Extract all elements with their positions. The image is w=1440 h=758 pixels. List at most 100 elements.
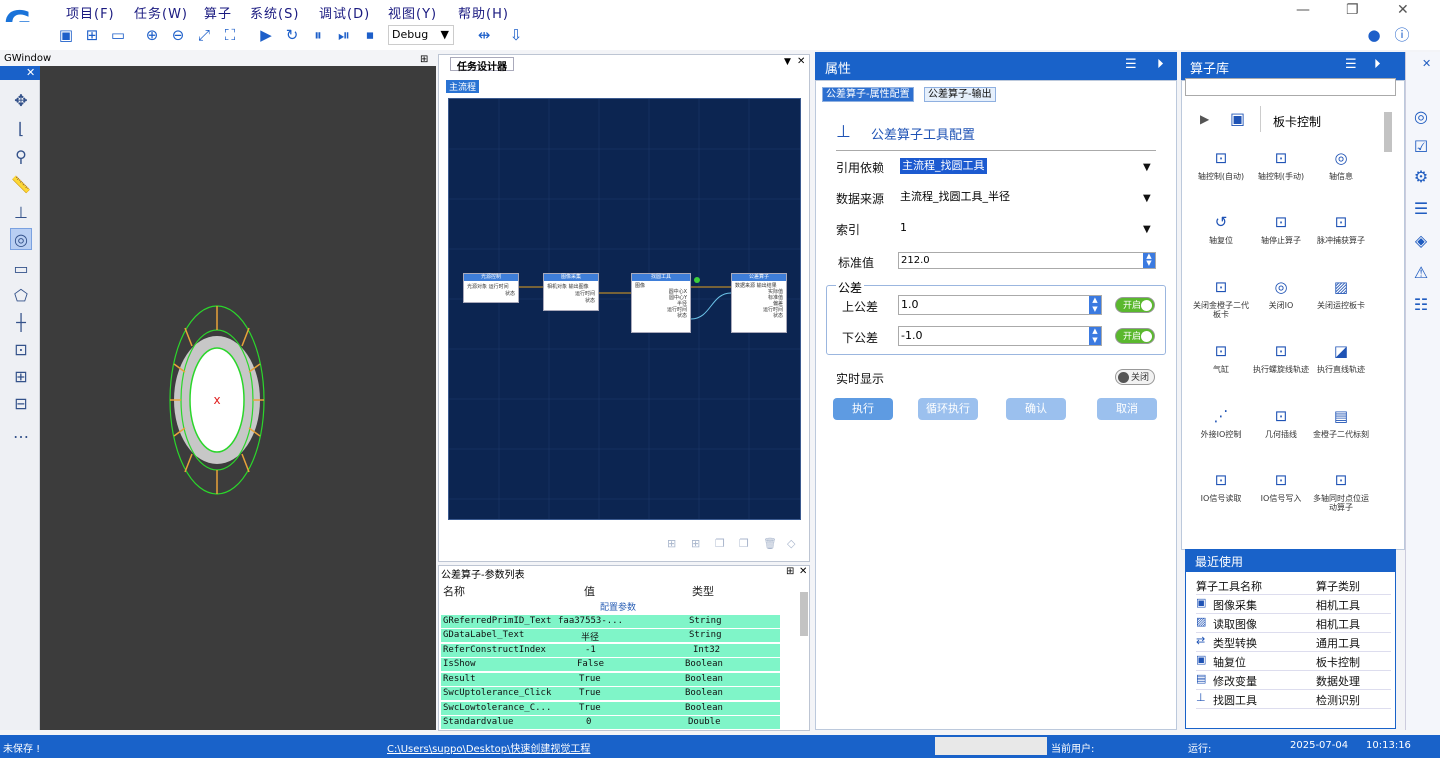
flow-node-tolerance[interactable]: 公差算子 数据来源 输出结果 实际值 标准值 偏差 运行时间 状态 <box>731 273 787 333</box>
op-axis-reset[interactable]: ↺ 轴复位 <box>1193 212 1249 245</box>
confirm-button[interactable]: 确认 <box>1006 398 1066 420</box>
rail-close-icon[interactable]: ✕ <box>1422 57 1431 70</box>
gwindow-close-icon[interactable]: ✕ <box>26 66 35 79</box>
fit-icon[interactable]: ⤢ <box>194 25 214 45</box>
table-row[interactable]: IsShow False Boolean <box>441 658 780 672</box>
spin-icon[interactable]: ▲ ▼ <box>1089 327 1101 345</box>
list-item[interactable]: ⊥ 找圆工具 检测识别 <box>1196 690 1391 709</box>
lower-tol-toggle[interactable]: 开启 <box>1115 328 1155 344</box>
op-spiral[interactable]: ⊡ 执行螺旋线轨迹 <box>1253 341 1309 374</box>
polygon-roi-icon[interactable]: ⬠ <box>10 285 32 307</box>
settings-doc-icon[interactable]: ⚙ <box>1409 165 1433 189</box>
copy-icon[interactable]: ❐ <box>715 537 725 550</box>
op-cylinder[interactable]: ⊡ 气缸 <box>1193 341 1249 374</box>
run-icon[interactable]: ▶ <box>256 25 276 45</box>
chevron-down-icon[interactable]: ▼ <box>1143 193 1151 204</box>
index-select-value[interactable]: 1 <box>900 220 907 236</box>
align-icon[interactable]: ⊞ <box>667 537 676 550</box>
user-icon[interactable]: ● <box>1364 25 1384 45</box>
caret-right-icon[interactable]: ▶ <box>1200 112 1209 126</box>
expand-icon[interactable]: ⏵ <box>1374 57 1381 72</box>
project-path-link[interactable]: C:\Users\suppo\Desktop\快速创建视觉工程 <box>387 740 590 755</box>
restore-icon[interactable]: ❐ <box>1346 2 1359 18</box>
list-icon[interactable]: ☰ <box>1409 197 1433 221</box>
menu-operator[interactable]: 算子 <box>204 3 232 22</box>
remove-roi-icon[interactable]: ⊟ <box>10 393 32 415</box>
cross-icon[interactable]: ┼ <box>10 312 32 334</box>
op-line[interactable]: ◪ 执行直线轨迹 <box>1313 341 1369 374</box>
close-icon[interactable]: ✕ <box>1397 2 1409 18</box>
op-io-read[interactable]: ⊡ IO信号读取 <box>1193 470 1249 503</box>
source-select-value[interactable]: 主流程_找圆工具_半径 <box>900 189 1010 205</box>
download-icon[interactable]: ⇩ <box>506 25 526 45</box>
menu-icon[interactable]: ☰ <box>1125 57 1137 72</box>
stop-icon[interactable]: ⏹ <box>360 25 380 45</box>
library-scrollbar[interactable] <box>1384 112 1392 152</box>
add-roi-icon[interactable]: ⊞ <box>10 366 32 388</box>
list-item[interactable]: ⇄ 类型转换 通用工具 <box>1196 633 1391 652</box>
new-icon[interactable]: ⊞ <box>82 25 102 45</box>
more-icon[interactable]: … <box>10 422 32 444</box>
cancel-button[interactable]: 取消 <box>1097 398 1157 420</box>
ruler-icon[interactable]: 📏 <box>10 174 32 196</box>
upper-tol-input[interactable]: 1.0 ▲ ▼ <box>898 295 1102 315</box>
category-label[interactable]: 板卡控制 <box>1273 113 1321 130</box>
op-close-motion[interactable]: ▨ 关闭运控板卡 <box>1313 277 1369 310</box>
tab-task-designer[interactable]: 任务设计器 <box>450 57 514 73</box>
op-external-io[interactable]: ⋰ 外接IO控制 <box>1193 406 1249 439</box>
list-item[interactable]: ▣ 轴复位 板卡控制 <box>1196 652 1391 671</box>
save-icon[interactable]: ▣ <box>56 25 76 45</box>
table-row[interactable]: Result True Boolean <box>441 673 780 687</box>
designer-close-icon[interactable]: ✕ <box>797 56 805 67</box>
menu-icon[interactable]: ☰ <box>1345 57 1357 72</box>
pause-icon[interactable]: ⏸ <box>308 25 328 45</box>
flow-canvas[interactable]: 光源控制 光源对象 运行时间 状态 图像采集 相机对象 输出图像 运行时间 状态 找圆… <box>448 98 801 520</box>
spin-icon[interactable]: ▲ ▼ <box>1089 296 1101 314</box>
op-multi-axis[interactable]: ⊡ 多轴同时点位运动算子 <box>1313 470 1369 512</box>
op-marking[interactable]: ▤ 金橙子二代标刻 <box>1313 406 1369 439</box>
step-icon[interactable]: ⏯ <box>334 25 354 45</box>
menu-view[interactable]: 视图(Y) <box>388 3 437 22</box>
op-pulse-capture[interactable]: ⊡ 脉冲捕获算子 <box>1313 212 1369 245</box>
split-icon[interactable]: ⇹ <box>474 25 494 45</box>
loop-run-button[interactable]: 循环执行 <box>918 398 978 420</box>
op-geometry[interactable]: ⊡ 几何插线 <box>1253 406 1309 439</box>
tab-main-flow[interactable]: 主流程 <box>446 80 480 93</box>
zoom-in-icon[interactable]: ⊕ <box>142 25 162 45</box>
menu-system[interactable]: 系统(S) <box>250 3 299 22</box>
paste-icon[interactable]: ❐ <box>739 537 749 550</box>
distribute-icon[interactable]: ⊞ <box>691 537 700 550</box>
param-close-icon[interactable]: ✕ <box>799 566 807 577</box>
clear-icon[interactable]: ◇ <box>787 537 795 550</box>
flow-node-light[interactable]: 光源控制 光源对象 运行时间 状态 <box>463 273 519 303</box>
move-icon[interactable]: ✥ <box>10 90 32 112</box>
menu-help[interactable]: 帮助(H) <box>458 3 509 22</box>
op-close-io[interactable]: ◎ 关闭IO <box>1253 277 1309 310</box>
chevron-down-icon[interactable]: ▼ <box>1143 162 1151 173</box>
op-axis-stop[interactable]: ⊡ 轴停止算子 <box>1253 212 1309 245</box>
image-canvas[interactable]: x <box>40 66 436 730</box>
table-row[interactable]: Standardvalue 0 Double <box>441 716 780 730</box>
flow-node-find-circle[interactable]: 找圆工具 图像 圆中心X 圆中心Y 半径 运行时间 状态 <box>631 273 691 333</box>
fullscreen-icon[interactable]: ⛶ <box>220 25 240 45</box>
lower-tol-input[interactable]: -1.0 ▲ ▼ <box>898 326 1102 346</box>
upper-tol-toggle[interactable]: 开启 <box>1115 297 1155 313</box>
op-io-write[interactable]: ⊡ IO信号写入 <box>1253 470 1309 503</box>
tab-tolerance-config[interactable]: 公差算子-属性配置 <box>822 87 914 102</box>
list-item[interactable]: ▨ 读取图像 相机工具 <box>1196 614 1391 633</box>
checklist-icon[interactable]: ☑ <box>1409 135 1433 159</box>
delete-icon[interactable]: 🗑 <box>763 537 777 550</box>
target-icon[interactable]: ◎ <box>1409 105 1433 129</box>
param-scrollbar[interactable] <box>800 592 808 636</box>
minimize-icon[interactable]: — <box>1296 2 1310 18</box>
measure-icon[interactable]: ⊥ <box>10 202 32 224</box>
run-button[interactable]: 执行 <box>833 398 893 420</box>
chevron-down-icon[interactable]: ▼ <box>1143 224 1151 235</box>
circle-find-icon[interactable]: ◎ <box>10 228 32 250</box>
warning-icon[interactable]: ⚠ <box>1409 261 1433 285</box>
table-row[interactable]: GDataLabel_Text 半径 String <box>441 629 780 643</box>
menu-task[interactable]: 任务(W) <box>134 3 188 22</box>
table-row[interactable]: SwcUptolerance_Click True Boolean <box>441 687 780 701</box>
loop-icon[interactable]: ↻ <box>282 25 302 45</box>
expand-icon[interactable]: ⏵ <box>1157 57 1164 72</box>
